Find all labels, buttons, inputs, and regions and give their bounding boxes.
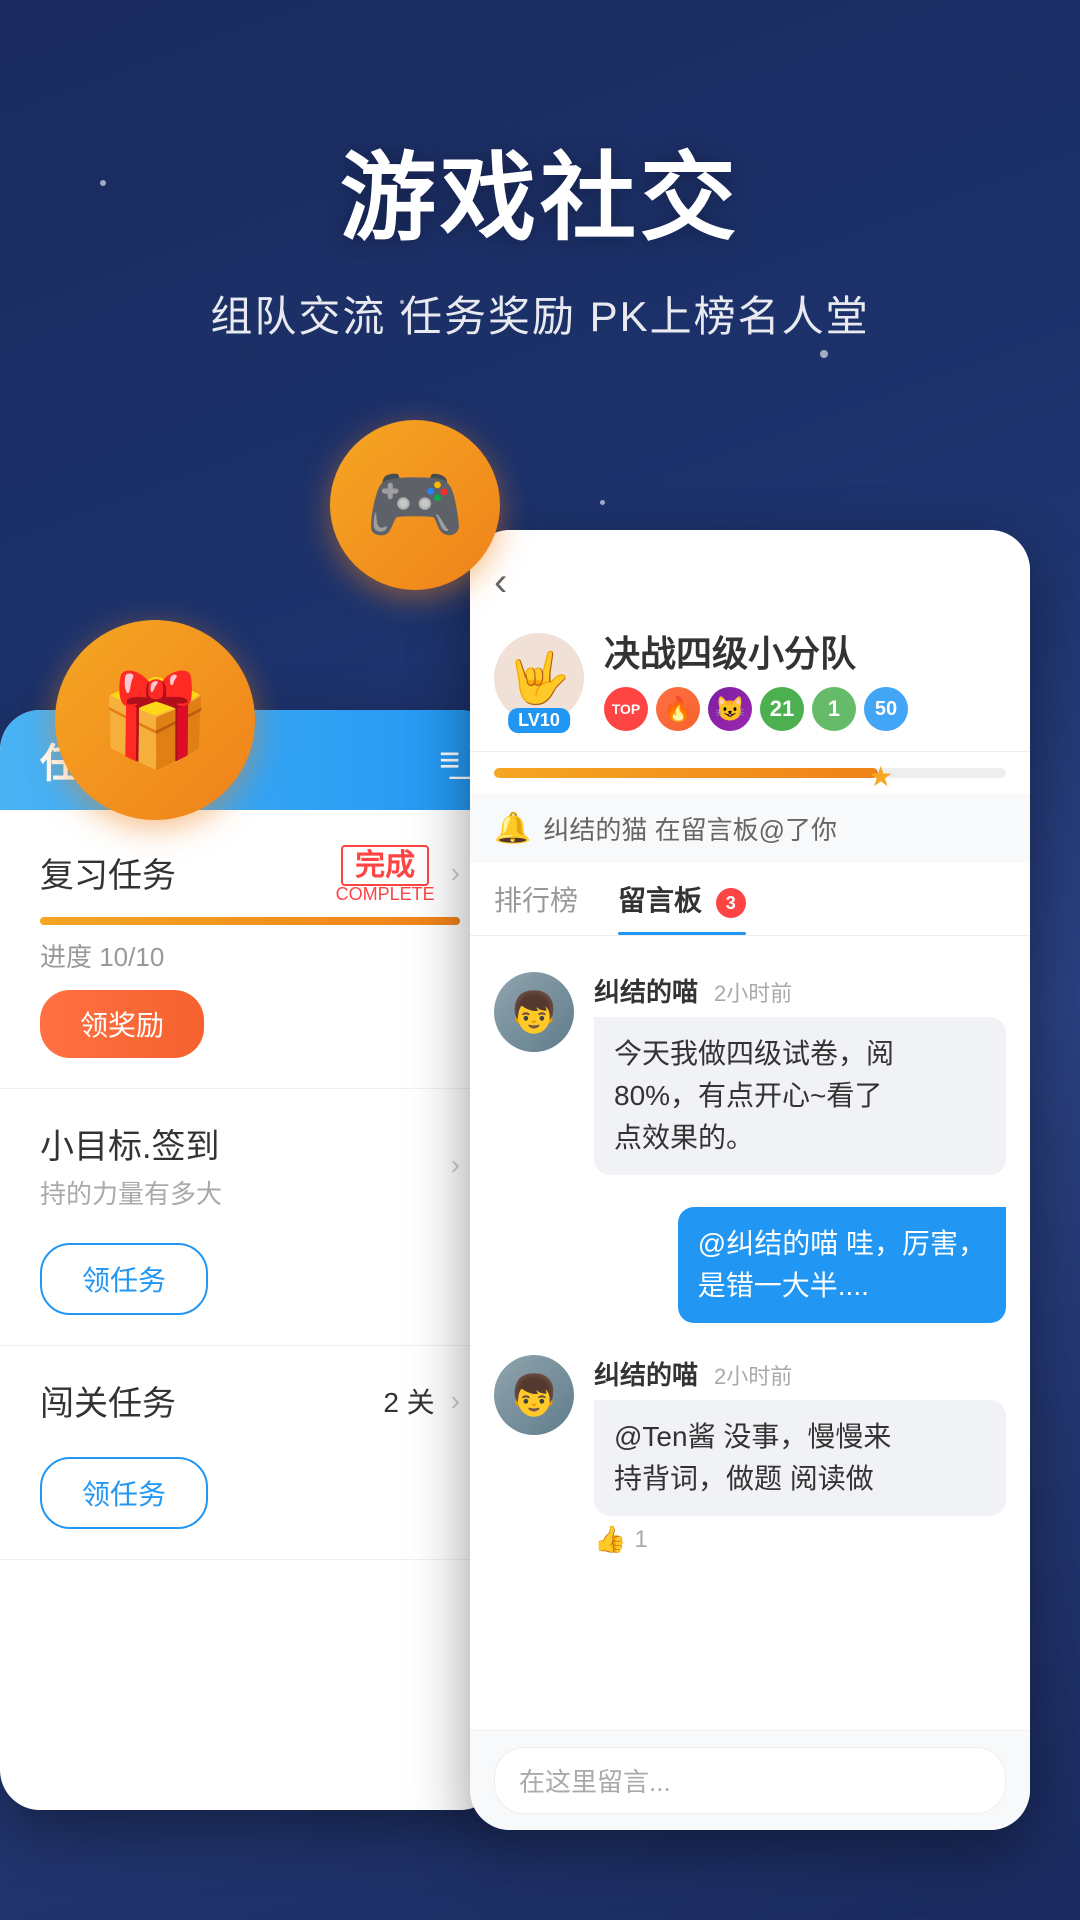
time-3: 2小时前: [714, 1359, 792, 1391]
lv-badge: LV10: [508, 708, 570, 733]
exp-star: ★: [868, 760, 893, 793]
task-sub-2: 持的力量有多大: [40, 1174, 222, 1211]
bubble-3: @Ten酱 没事，慢慢来持背词，做题 阅读做: [594, 1400, 1006, 1516]
badge-top: TOP: [604, 687, 648, 731]
msg-content-3: 纠结的喵 2小时前 @Ten酱 没事，慢慢来持背词，做题 阅读做 👍 1: [594, 1355, 1006, 1555]
message-item-3: 👦 纠结的喵 2小时前 @Ten酱 没事，慢慢来持背词，做题 阅读做 👍 1: [470, 1339, 1030, 1571]
game-circle: 🎮: [330, 420, 500, 590]
header-section: 游戏社交 组队交流 任务奖励 PK上榜名人堂: [0, 0, 1080, 344]
task-name-1: 复习任务: [40, 848, 176, 897]
badge-1: 1: [812, 687, 856, 731]
tab-message-board[interactable]: 留言板 3: [618, 863, 746, 935]
avatar-emoji-3: 👦: [509, 1372, 559, 1419]
bubble-text-3: @Ten酱 没事，慢慢来持背词，做题 阅读做: [614, 1421, 891, 1494]
sender-1: 纠结的喵: [594, 972, 698, 1009]
progress-bar-1: [40, 917, 460, 925]
tabs-bar: 排行榜 留言板 3: [470, 863, 1030, 936]
gift-circle: 🎁: [55, 620, 255, 820]
back-button[interactable]: ‹: [494, 560, 1006, 605]
filter-icon[interactable]: ≡̲: [439, 739, 460, 781]
notification-bar: 🔔 纠结的猫 在留言板@了你: [470, 794, 1030, 863]
bubble-text-2: @纠结的喵 哇，厉害，是错一大半....: [698, 1228, 986, 1301]
group-details: 决战四级小分队 TOP 🔥 😺 21: [604, 625, 908, 731]
phone-right: ‹ 🤟 LV10 决战四级小分队 TOP 🔥: [470, 530, 1030, 1830]
complete-badge: 完成 COMPLETE ›: [336, 840, 460, 905]
message-item-2: @纠结的喵 哇，厉害，是错一大半....: [470, 1191, 1030, 1339]
badge-flame: 🔥: [656, 687, 700, 731]
group-avatar-emoji: 🤟: [508, 649, 570, 708]
task-item-3: 闯关任务 2 关 › 领任务: [0, 1346, 500, 1560]
bell-icon: 🔔: [494, 811, 531, 846]
bubble-2: @纠结的喵 哇，厉害，是错一大半....: [678, 1207, 1006, 1323]
chevron-right-1: ›: [451, 857, 460, 889]
progress-fill-1: [40, 917, 460, 925]
msg-meta-3: 👍 1: [594, 1524, 1006, 1555]
task-item-2: 小目标.签到 持的力量有多大 › 领任务: [0, 1089, 500, 1346]
gamepad-icon: 🎮: [365, 458, 465, 552]
star-3: [600, 500, 605, 505]
gift-icon: 🎁: [99, 668, 211, 773]
badge-top-label: TOP: [612, 701, 641, 717]
bubble-text-1: 今天我做四级试卷，阅80%，有点开心~看了点效果的。: [614, 1038, 894, 1153]
group-info: 🤟 LV10 决战四级小分队 TOP 🔥 😺: [494, 625, 1006, 751]
exp-bar: ★: [494, 768, 1006, 778]
claim-btn-2[interactable]: 领任务: [40, 1243, 208, 1315]
main-title: 游戏社交: [0, 120, 1080, 259]
task-name-2: 小目标.签到: [40, 1119, 222, 1168]
msg-avatar-1: 👦: [494, 972, 574, 1052]
msg-content-2: @纠结的喵 哇，厉害，是错一大半....: [494, 1207, 1006, 1323]
msg-content-1: 纠结的喵 2小时前 今天我做四级试卷，阅80%，有点开心~看了点效果的。: [594, 972, 1006, 1175]
like-icon-3[interactable]: 👍: [594, 1524, 626, 1555]
group-badges: TOP 🔥 😺 21 1: [604, 687, 908, 731]
sub-title: 组队交流 任务奖励 PK上榜名人堂: [0, 283, 1080, 344]
task-item-1: 复习任务 完成 COMPLETE › 进度 10/10 领奖励: [0, 810, 500, 1089]
phone-left: 任务 ≡̲ 复习任务 完成 COMPLETE › 进度 10/10 领奖励: [0, 710, 500, 1810]
like-count-3: 1: [634, 1526, 647, 1554]
bubble-1: 今天我做四级试卷，阅80%，有点开心~看了点效果的。: [594, 1017, 1006, 1175]
msg-avatar-3: 👦: [494, 1355, 574, 1435]
msg-header-3: 纠结的喵 2小时前: [594, 1355, 1006, 1392]
input-placeholder[interactable]: 在这里留言...: [494, 1747, 1006, 1814]
group-avatar: 🤟 LV10: [494, 633, 584, 723]
progress-text-1: 进度 10/10: [40, 937, 460, 974]
time-1: 2小时前: [714, 976, 792, 1008]
complete-sub: COMPLETE: [336, 884, 435, 905]
msg-header-1: 纠结的喵 2小时前: [594, 972, 1006, 1009]
badge-21: 21: [760, 687, 804, 731]
claim-btn-3[interactable]: 领任务: [40, 1457, 208, 1529]
tab-badge: 3: [716, 888, 746, 918]
message-item-1: 👦 纠结的喵 2小时前 今天我做四级试卷，阅80%，有点开心~看了点效果的。: [470, 956, 1030, 1191]
task-name-3: 闯关任务: [40, 1376, 176, 1425]
badge-cat: 😺: [708, 687, 752, 731]
claim-btn-1[interactable]: 领奖励: [40, 990, 204, 1058]
chevron-right-3: ›: [451, 1385, 460, 1417]
exp-bar-fill: [494, 768, 878, 778]
group-name: 决战四级小分队: [604, 625, 908, 677]
chevron-right-2: ›: [451, 1149, 460, 1181]
avatar-emoji-1: 👦: [509, 989, 559, 1036]
messages-area: 👦 纠结的喵 2小时前 今天我做四级试卷，阅80%，有点开心~看了点效果的。: [470, 936, 1030, 1591]
badge-50: 50: [864, 687, 908, 731]
notification-text: 纠结的猫 在留言板@了你: [543, 810, 837, 847]
tab-leaderboard[interactable]: 排行榜: [494, 863, 578, 935]
sender-3: 纠结的喵: [594, 1355, 698, 1392]
input-bar: 在这里留言...: [470, 1730, 1030, 1830]
task-count-3: 2 关: [383, 1381, 434, 1421]
right-phone-header: ‹ 🤟 LV10 决战四级小分队 TOP 🔥: [470, 530, 1030, 752]
star-2: [820, 350, 828, 358]
complete-text: 完成: [341, 845, 429, 886]
